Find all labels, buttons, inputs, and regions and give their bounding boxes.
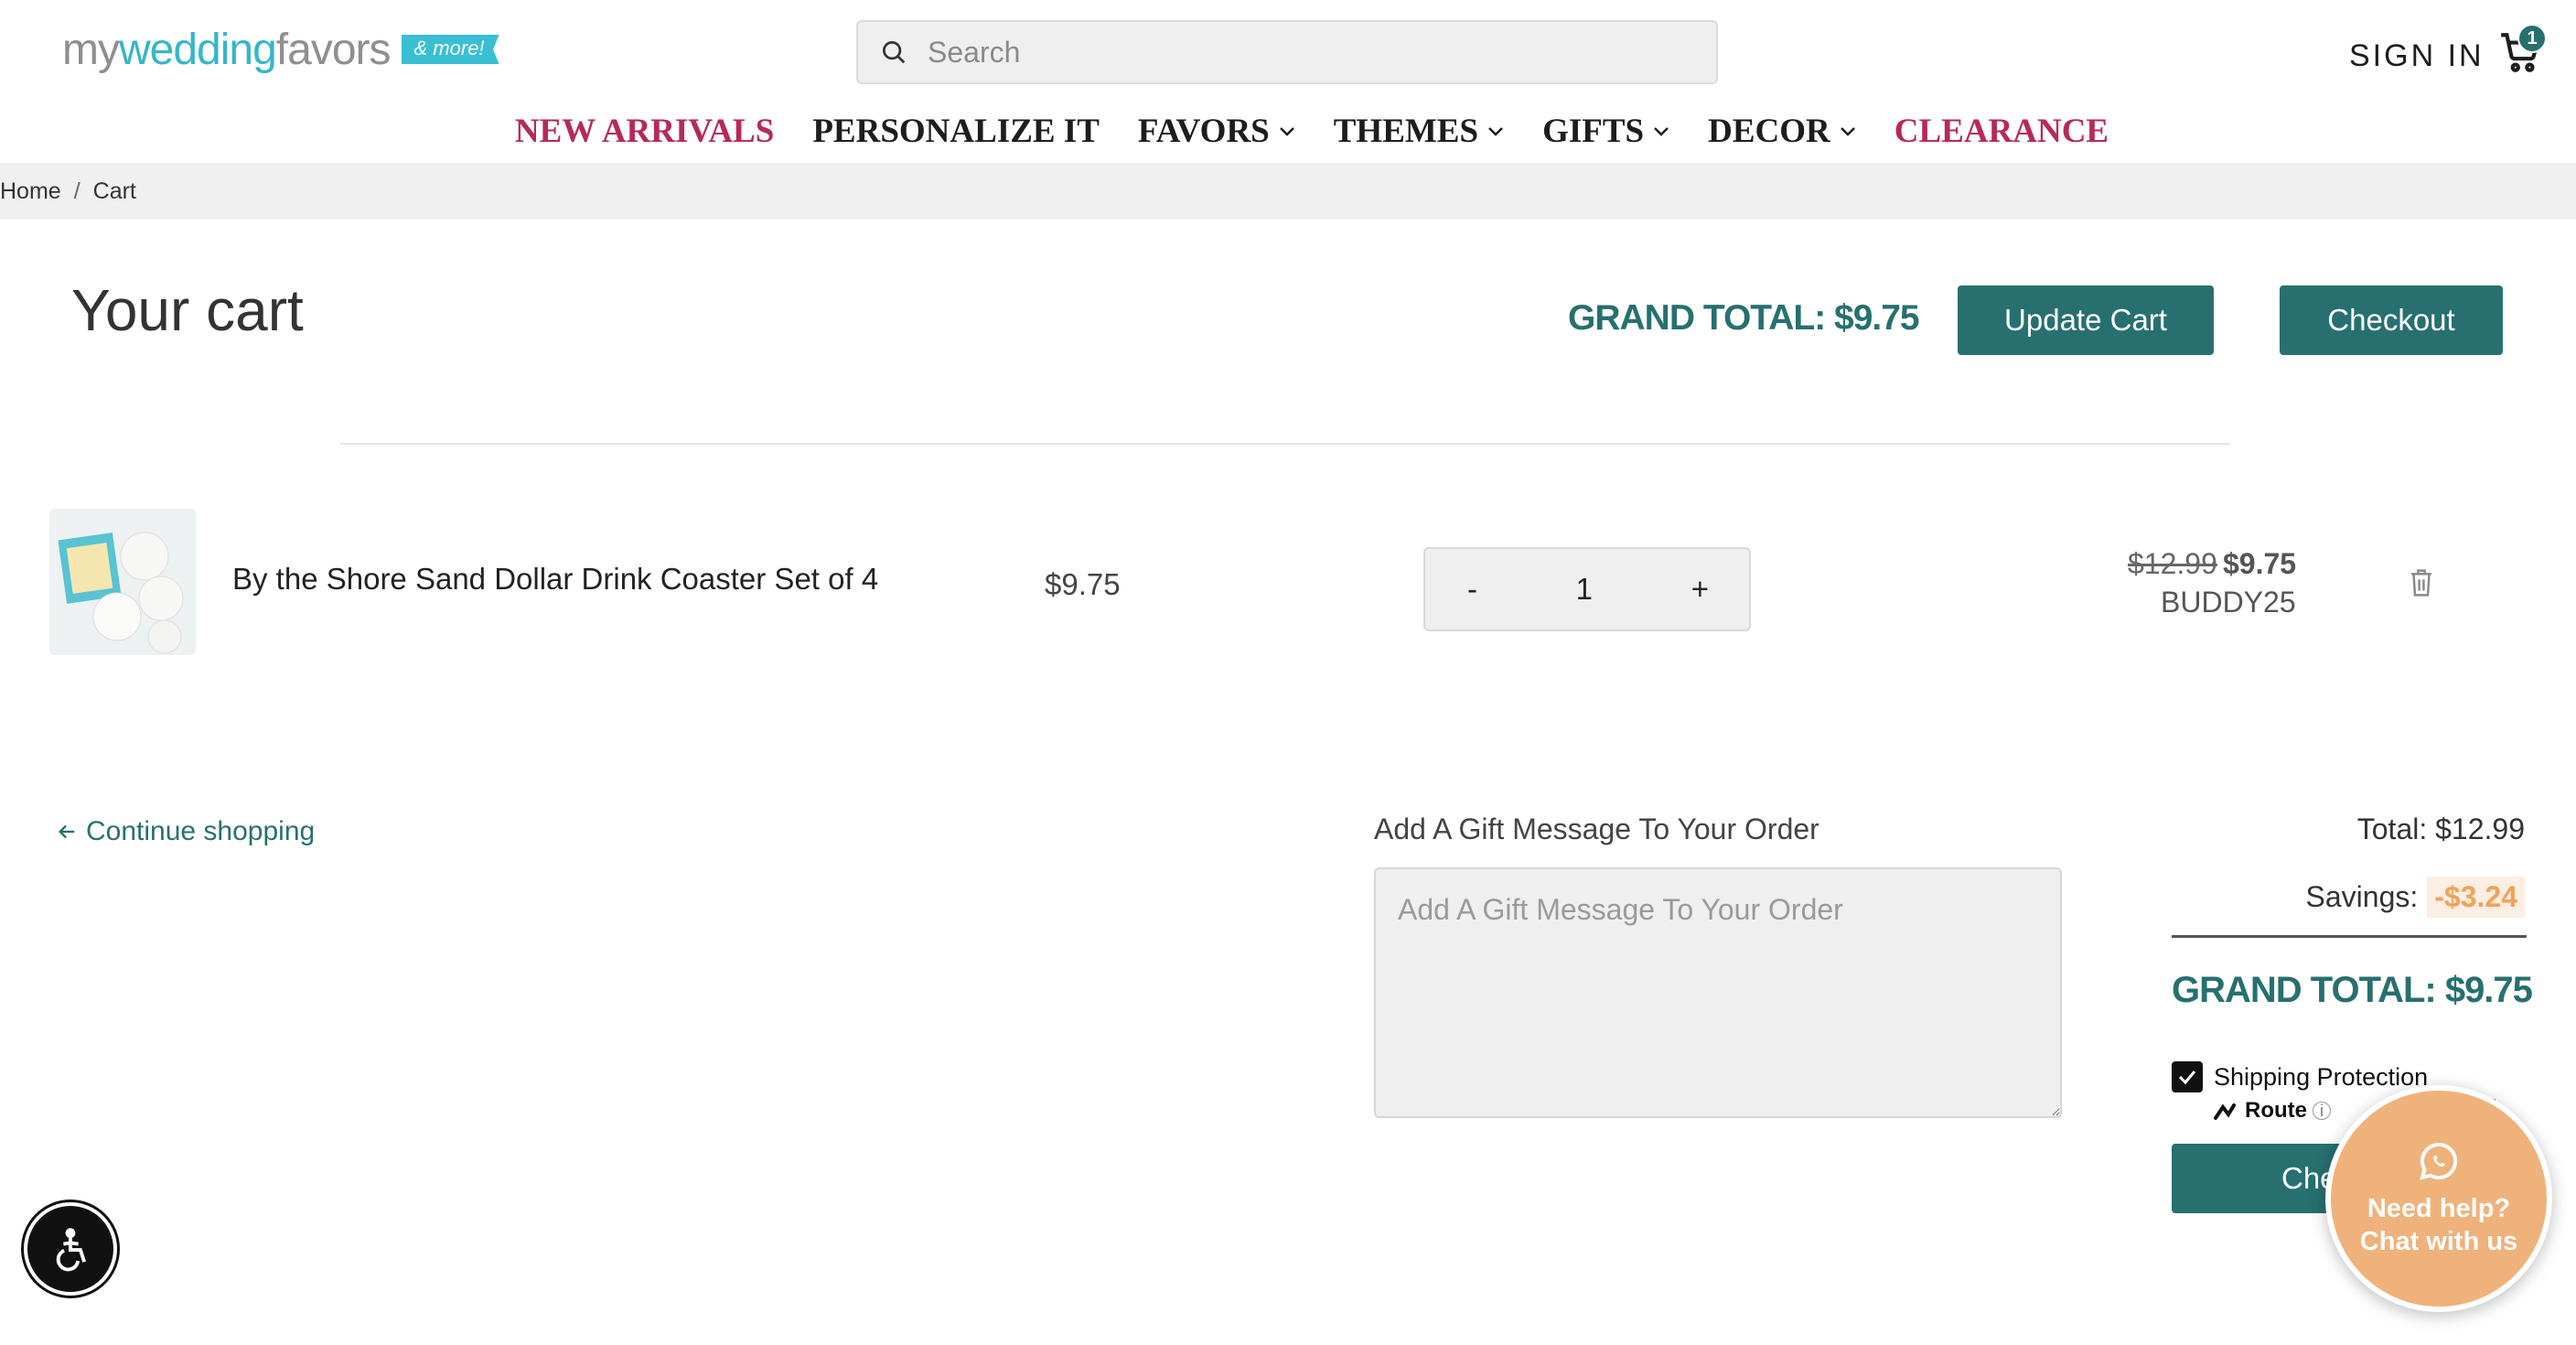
quantity-stepper: - 1 + [1423,547,1751,631]
qty-increase-button[interactable]: + [1691,572,1709,607]
site-logo[interactable]: myweddingfavors & more! [62,22,499,77]
search-icon [883,41,906,64]
search-input[interactable] [928,35,1678,70]
continue-shopping-link[interactable]: Continue shopping [57,816,315,847]
chat-bubble-icon [2420,1142,2458,1180]
chevron-down-icon [1279,126,1294,136]
product-thumbnail[interactable] [49,509,196,655]
info-icon[interactable]: i [2313,1102,2331,1120]
savings-label: Savings: [2305,880,2419,913]
chevron-down-icon [1654,126,1669,136]
original-price: $12.99 [2128,547,2217,580]
update-cart-button[interactable]: Update Cart [1958,285,2214,355]
nav-personalize-it[interactable]: PERSONALIZE IT [812,112,1100,151]
breadcrumb-home[interactable]: Home [0,178,61,205]
checkout-button[interactable]: Checkout [2280,285,2503,355]
qty-decrease-button[interactable]: - [1467,572,1477,607]
gift-message-label: Add A Gift Message To Your Order [1374,812,1819,845]
nav-themes[interactable]: THEMES [1334,112,1504,151]
nav-clearance[interactable]: CLEARANCE [1894,112,2109,151]
main-nav: NEW ARRIVALS PERSONALIZE IT FAVORS THEME… [0,112,2576,151]
chevron-down-icon [1840,126,1855,136]
grand-total-top: GRAND TOTAL: $9.75 [1568,298,1920,338]
nav-gifts[interactable]: GIFTS [1542,112,1669,151]
checkmark-icon [2178,1071,2196,1085]
logo-badge: & more! [401,35,499,64]
summary-divider [2172,935,2527,938]
unit-price: $9.75 [1045,567,1121,601]
savings-value: -$3.24 [2427,877,2525,918]
divider [340,443,2230,445]
promo-code: BUDDY25 [2161,586,2296,619]
route-logo-icon [2214,1103,2236,1120]
chat-label: Need help? Chat with us [2359,1194,2518,1256]
accessibility-icon [56,1228,87,1272]
page-title: Your cart [71,277,304,343]
search-bar[interactable] [856,20,1718,84]
chevron-down-icon [1488,126,1503,136]
logo-text: myweddingfavors [62,25,392,74]
savings-row: Savings: -$3.24 [2306,877,2525,918]
discounted-price: $9.75 [2223,547,2297,580]
cart-count-badge: 1 [2517,24,2547,53]
route-brand: Route i [2214,1098,2331,1124]
shipping-protection-label: Shipping Protection [2214,1063,2429,1091]
grand-total-bottom: GRAND TOTAL: $9.75 [2172,970,2533,1010]
accessibility-button[interactable] [24,1202,117,1296]
trash-icon[interactable] [2408,567,2435,598]
subtotal: Total: $12.99 [2356,812,2525,845]
gift-message-textarea[interactable] [1374,867,2062,1118]
breadcrumb-separator: / [73,178,80,204]
arrow-left-icon [58,824,75,839]
chat-widget-button[interactable]: Need help? Chat with us [2325,1085,2552,1312]
nav-favors[interactable]: FAVORS [1138,112,1295,151]
shipping-protection-checkbox[interactable] [2172,1061,2203,1092]
nav-decor[interactable]: DECOR [1708,112,1856,151]
breadcrumb-current: Cart [92,178,136,204]
qty-value[interactable]: 1 [1576,572,1593,607]
product-image [49,509,196,655]
product-name-link[interactable]: By the Shore Sand Dollar Drink Coaster S… [232,562,878,597]
nav-new-arrivals[interactable]: NEW ARRIVALS [515,112,774,151]
sign-in-link[interactable]: SIGN IN [2349,38,2485,74]
breadcrumb: Home / Cart [0,163,2576,220]
